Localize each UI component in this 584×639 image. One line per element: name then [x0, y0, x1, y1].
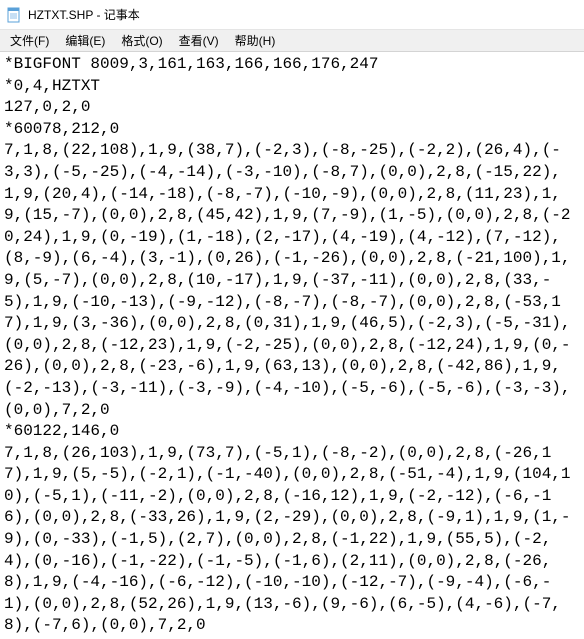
menu-edit[interactable]: 编辑(E) [57, 30, 113, 51]
notepad-icon [6, 7, 22, 23]
text-line: 127,0,2,0 [4, 97, 580, 119]
menu-file[interactable]: 文件(F) [2, 30, 57, 51]
text-line: *0,4,HZTXT [4, 76, 580, 98]
title-bar: HZTXT.SHP - 记事本 [0, 0, 584, 30]
text-line: *60078,212,0 [4, 119, 580, 141]
menu-view[interactable]: 查看(V) [171, 30, 227, 51]
menu-format[interactable]: 格式(O) [113, 30, 170, 51]
text-line: 7,1,8,(22,108),1,9,(38,7),(-2,3),(-8,-25… [4, 140, 580, 421]
menu-bar: 文件(F) 编辑(E) 格式(O) 查看(V) 帮助(H) [0, 30, 584, 52]
text-line: 7,1,8,(26,103),1,9,(73,7),(-5,1),(-8,-2)… [4, 443, 580, 637]
window-title: HZTXT.SHP - 记事本 [28, 6, 140, 23]
menu-help[interactable]: 帮助(H) [227, 30, 284, 51]
text-content[interactable]: *BIGFONT 8009,3,161,163,166,166,176,247*… [0, 52, 584, 639]
text-line: *BIGFONT 8009,3,161,163,166,166,176,247 [4, 54, 580, 76]
text-line: *60122,146,0 [4, 421, 580, 443]
